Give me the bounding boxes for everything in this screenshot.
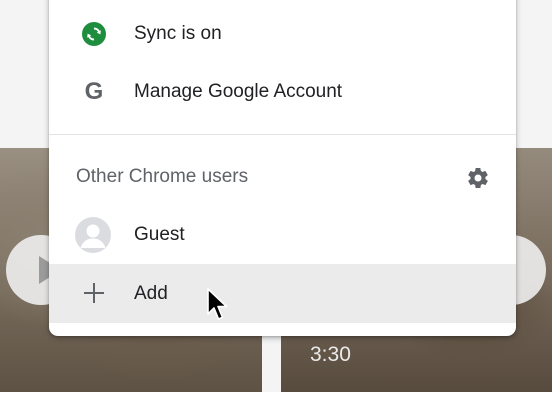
manage-account-item[interactable]: G Manage Google Account [49,63,516,121]
gear-icon[interactable] [466,166,490,190]
add-user-item[interactable]: Add [49,264,516,323]
sync-label: Sync is on [134,23,222,44]
other-users-header: Other Chrome users [49,148,516,206]
other-users-label: Other Chrome users [76,166,249,187]
plus-icon [82,281,106,305]
page-bottom [0,392,552,409]
google-g-icon: G [84,78,104,105]
add-user-label: Add [134,282,168,304]
cursor-icon [207,288,229,322]
sync-status-item[interactable]: Sync is on [49,5,516,63]
video-duration: 3:30 [310,343,351,366]
menu-divider [49,134,516,135]
guest-label: Guest [134,224,185,245]
avatar-icon [75,217,111,253]
sync-icon [82,22,106,46]
guest-item[interactable]: Guest [49,206,516,264]
manage-account-label: Manage Google Account [134,81,343,102]
profile-menu: Sync is on G Manage Google Account Other… [49,0,516,336]
